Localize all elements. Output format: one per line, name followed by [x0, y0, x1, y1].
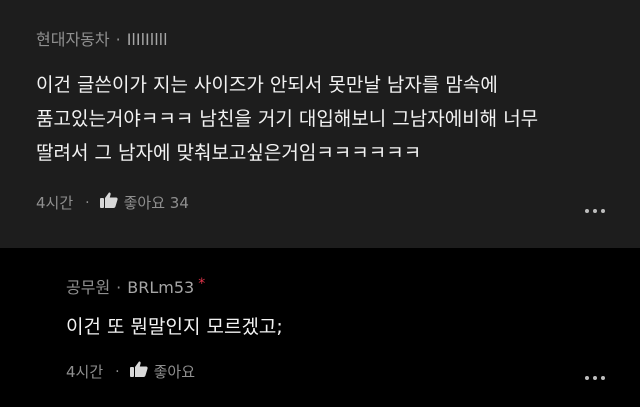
thumbs-up-icon	[129, 361, 154, 382]
more-horizontal-icon	[585, 376, 589, 380]
reply-author[interactable]: 공무원	[66, 278, 110, 298]
comment-meta: 현대자동차 · IlIlIllll	[36, 30, 168, 50]
footer-separator: ·	[115, 363, 120, 380]
new-badge: *	[198, 276, 206, 292]
reply-meta: 공무원 · BRLm53 *	[66, 276, 205, 298]
reply-footer: 4시간 · 좋아요	[66, 361, 195, 382]
more-options-button[interactable]	[585, 209, 605, 213]
comment-footer: 4시간 · 좋아요 34	[36, 192, 189, 213]
comment-user-id[interactable]: IlIlIllll	[127, 30, 168, 50]
like-button[interactable]: 좋아요	[129, 361, 196, 382]
meta-separator: ·	[116, 278, 122, 297]
more-horizontal-icon	[585, 209, 589, 213]
footer-separator: ·	[85, 194, 90, 211]
reply-item: 공무원 · BRLm53 * 이건 또 뭔말인지 모르겠고; 4시간 · 좋아요	[0, 248, 640, 407]
comment-item: 현대자동차 · IlIlIllll 이건 글쓴이가 지는 사이즈가 안되서 못만…	[0, 0, 640, 248]
reply-time: 4시간	[66, 362, 104, 381]
comment-body: 이건 글쓴이가 지는 사이즈가 안되서 못만날 남자를 맘속에 품고있는거야ㅋㅋ…	[36, 74, 539, 164]
comment-author[interactable]: 현대자동차	[36, 30, 110, 50]
comment-time: 4시간	[36, 193, 74, 212]
like-button[interactable]: 좋아요 34	[99, 192, 189, 213]
reply-user-id[interactable]: BRLm53	[127, 278, 194, 298]
like-count: 좋아요 34	[123, 193, 189, 212]
reply-body: 이건 또 뭔말인지 모르겠고;	[66, 316, 283, 338]
more-options-button[interactable]	[585, 376, 605, 380]
like-label: 좋아요	[153, 362, 196, 381]
thumbs-up-icon	[99, 192, 124, 213]
meta-separator: ·	[115, 30, 121, 49]
